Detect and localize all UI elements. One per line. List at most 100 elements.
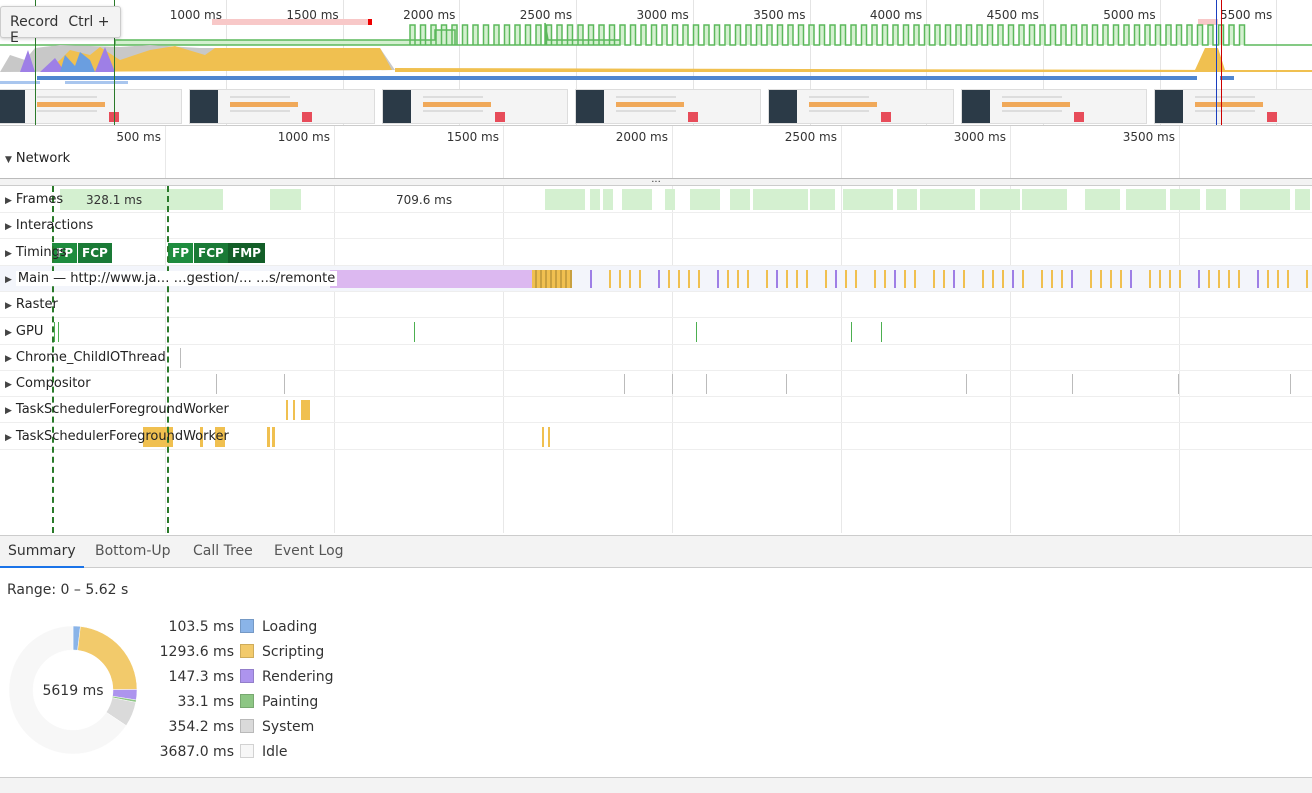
worker-task	[301, 400, 310, 421]
tab-summary[interactable]: Summary	[0, 536, 84, 568]
expand-triangle-icon[interactable]: ▶	[5, 398, 12, 424]
expand-triangle-icon[interactable]: ▶	[5, 293, 12, 319]
frame-block	[1295, 189, 1310, 210]
screenshot-thumbnail[interactable]	[961, 89, 1147, 124]
task-block	[825, 269, 827, 288]
track-interactions[interactable]: ▶ Interactions	[0, 213, 1312, 240]
frame-block	[1206, 189, 1226, 210]
compositor-task	[786, 374, 787, 395]
worker-task	[542, 426, 544, 447]
task-block	[1179, 269, 1181, 288]
track-main[interactable]: ▶ Main — http://www.ja… …gestion/… …s/rem…	[0, 265, 1312, 293]
track-label: Compositor	[15, 376, 91, 392]
track-label: Chrome_ChildIOThread	[15, 349, 166, 365]
frame-block	[1170, 189, 1200, 210]
task-block	[1267, 269, 1269, 288]
task-block	[1287, 269, 1289, 288]
track-timings[interactable]: ▶ Timings FP FCP FP FCP FMP	[0, 240, 1312, 266]
track-raster[interactable]: ▶ Raster	[0, 292, 1312, 319]
expand-triangle-icon[interactable]: ▶	[5, 346, 12, 372]
timing-marker-fcp[interactable]: FCP	[194, 242, 228, 263]
task-block	[747, 269, 749, 288]
expand-triangle-icon[interactable]: ▶	[5, 372, 12, 398]
screenshot-thumbnail[interactable]	[575, 89, 761, 124]
frame-block	[590, 189, 600, 210]
status-bar	[0, 777, 1312, 793]
gpu-task	[58, 321, 59, 342]
gpu-task	[851, 321, 852, 342]
screenshot-thumbnail[interactable]	[0, 89, 182, 124]
timing-marker-fcp[interactable]: FCP	[78, 242, 112, 263]
track-compositor[interactable]: ▶ Compositor	[0, 371, 1312, 398]
network-overview-bar	[1220, 76, 1234, 80]
task-block	[1130, 269, 1132, 288]
frame-block	[545, 189, 585, 210]
expand-triangle-icon[interactable]: ▶	[5, 425, 12, 451]
track-label: Main — http://www.ja… …gestion/… …s/remo…	[15, 270, 338, 286]
ruler-tick-label: 2000 ms	[615, 130, 668, 144]
frame-block	[753, 189, 808, 210]
expand-triangle-icon[interactable]: ▶	[5, 241, 12, 267]
screenshot-thumbnail[interactable]	[768, 89, 954, 124]
task-block	[933, 269, 935, 288]
timing-marker-fmp[interactable]: FMP	[228, 242, 265, 263]
screenshot-thumbnail[interactable]	[1154, 89, 1312, 124]
task-block	[1100, 269, 1102, 288]
expand-triangle-icon[interactable]: ▶	[5, 214, 12, 240]
task-block	[1002, 269, 1004, 288]
ruler-tick-label: 400	[1264, 130, 1312, 144]
expand-triangle-icon[interactable]: ▶	[5, 267, 12, 293]
timeline-overview[interactable]: 1000 ms 1500 ms 2000 ms 2500 ms 3000 ms 3500 …	[0, 0, 1312, 126]
tab-event-log[interactable]: Event Log	[266, 536, 352, 568]
track-label: TaskSchedulerForegroundWorker	[15, 402, 229, 418]
track-label: Timings	[15, 244, 67, 260]
frame-block	[285, 189, 301, 210]
frame-block	[843, 189, 893, 210]
expand-triangle-icon[interactable]: ▶	[5, 320, 12, 346]
worker-task	[286, 400, 288, 421]
expand-triangle-icon[interactable]: ▶	[5, 188, 12, 214]
tab-bottom-up[interactable]: Bottom-Up	[87, 536, 179, 568]
marker-line	[1216, 0, 1217, 125]
task-block	[1090, 269, 1092, 288]
track-gpu[interactable]: ▶ GPU	[0, 319, 1312, 345]
marker-line	[1221, 0, 1222, 125]
screenshot-thumbnail[interactable]	[189, 89, 375, 124]
timing-marker-fp[interactable]: FP	[168, 242, 193, 263]
record-label: Record	[10, 14, 59, 30]
expand-triangle-icon[interactable]: ▼	[5, 147, 12, 173]
legend-value: 1293.6 ms	[159, 644, 234, 660]
compositor-task	[1290, 374, 1291, 395]
legend-label: Rendering	[262, 669, 334, 685]
task-block	[884, 269, 886, 288]
screenshot-thumbnail[interactable]	[382, 89, 568, 124]
track-frames[interactable]: ▶ Frames 328.1 ms 709.6 ms	[0, 187, 1312, 213]
legend-label: System	[262, 719, 315, 735]
track-worker1[interactable]: ▶ TaskSchedulerForegroundWorker	[0, 397, 1312, 424]
record-tooltip: Record Ctrl + E	[0, 6, 121, 46]
task-block	[737, 269, 739, 288]
task-block	[717, 269, 719, 288]
task-block	[963, 269, 965, 288]
resize-divider[interactable]: ...	[0, 175, 1312, 186]
frame-block	[920, 189, 975, 210]
compositor-task	[216, 374, 217, 395]
task-block	[330, 269, 532, 288]
legend-swatch	[240, 694, 254, 708]
track-worker2[interactable]: ▶ TaskSchedulerForegroundWorker	[0, 424, 1312, 450]
frame-block	[1085, 189, 1120, 210]
task-block	[1120, 269, 1122, 288]
task-block	[1277, 269, 1279, 288]
frame-block	[622, 189, 652, 210]
tab-call-tree[interactable]: Call Tree	[185, 536, 261, 568]
legend-value: 3687.0 ms	[159, 744, 234, 760]
legend-label: Loading	[262, 619, 318, 635]
task-block	[1022, 269, 1024, 288]
task-block	[590, 269, 592, 288]
track-io[interactable]: ▶ Chrome_ChildIOThread	[0, 345, 1312, 371]
frame-block	[603, 189, 613, 210]
ruler-tick-label: 1000 ms	[277, 130, 330, 144]
task-block	[1071, 269, 1073, 288]
track-label: TaskSchedulerForegroundWorker	[15, 428, 229, 444]
task-block	[1169, 269, 1171, 288]
